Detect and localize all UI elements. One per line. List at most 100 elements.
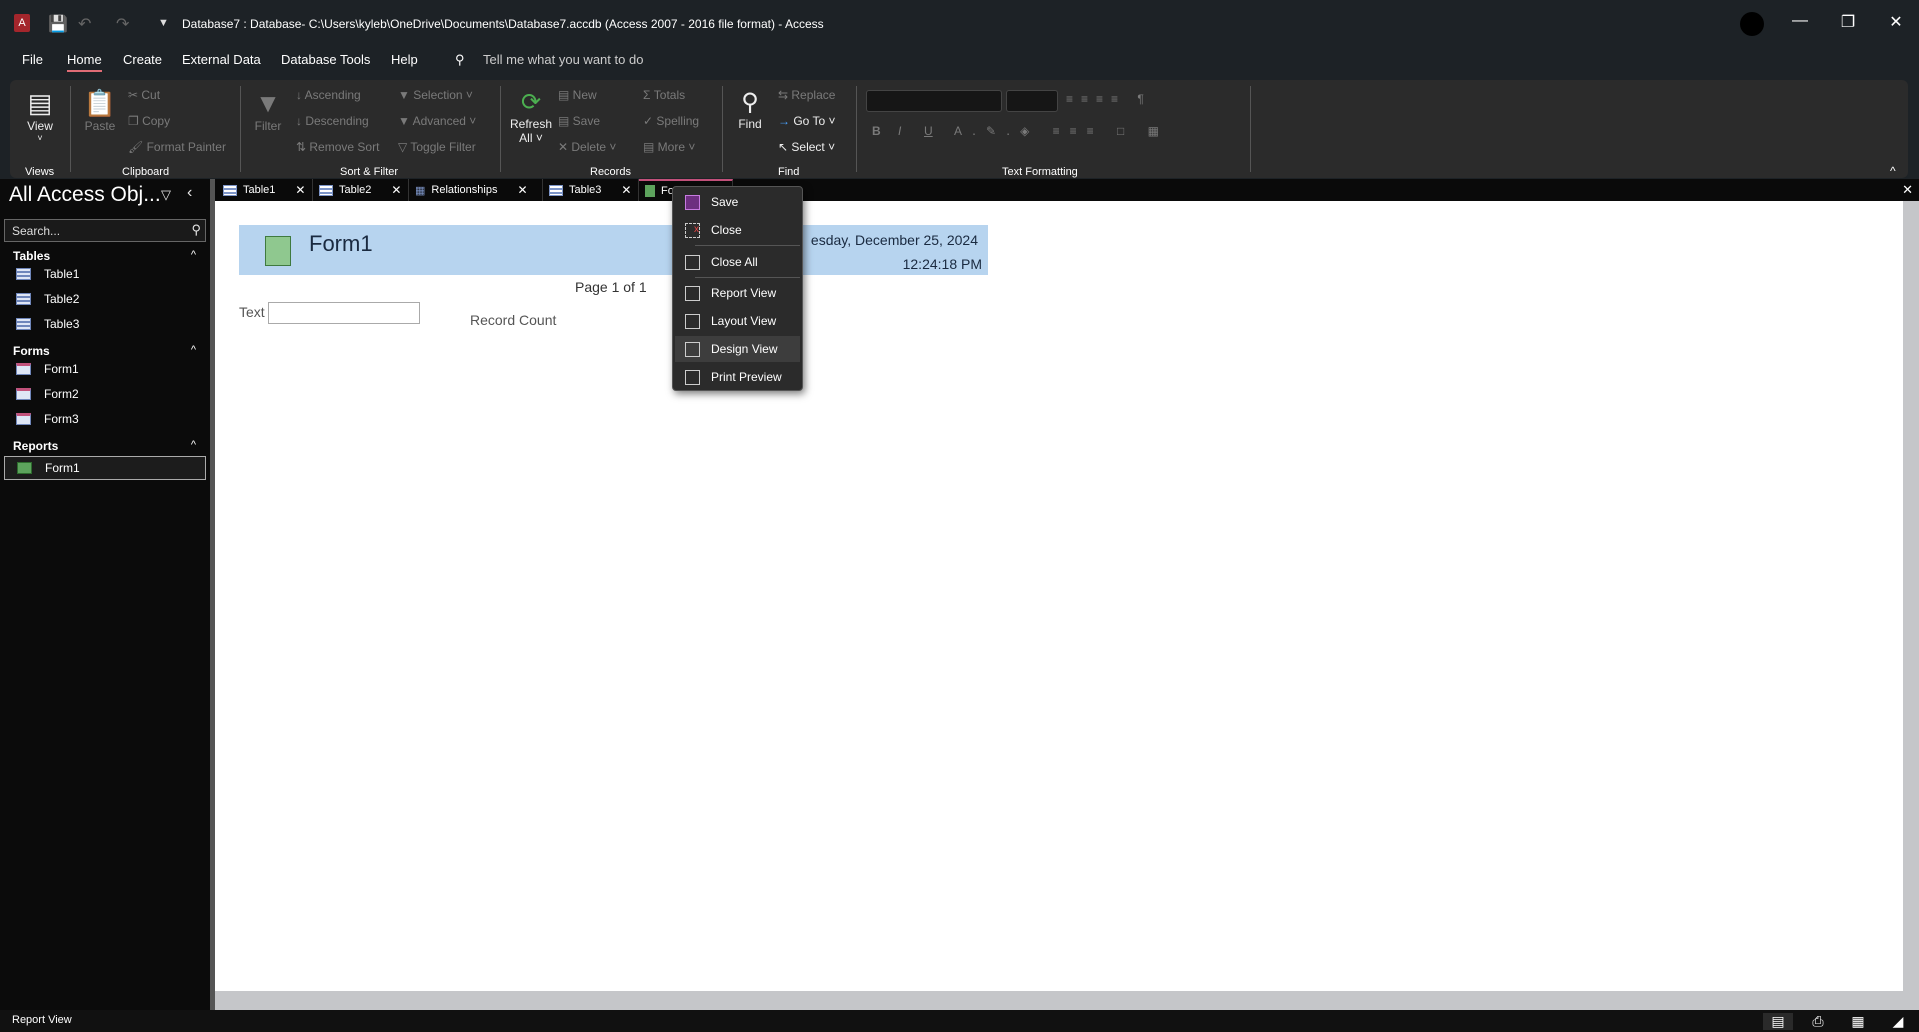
filter-button[interactable]: ▼ Filter [253, 88, 283, 133]
close-tab-icon: ✕ [621, 183, 632, 197]
italic-button[interactable]: I [898, 124, 901, 138]
menu-item-save[interactable]: Save [675, 189, 800, 215]
underline-button[interactable]: U [924, 124, 933, 138]
ribbon: ▤ View ˅ Views 📋 Paste ✂ Cut ❐ Copy 🖌 Forma… [10, 80, 1908, 178]
collapse-ribbon-icon[interactable]: ^ [1890, 164, 1896, 178]
canvas-margin [215, 991, 1903, 1010]
spelling-button[interactable]: ✓ Spelling [643, 114, 699, 128]
save-record-button[interactable]: ▤ Save [558, 114, 600, 128]
avatar[interactable] [1740, 12, 1764, 36]
nav-item-form2[interactable]: Form2 [4, 383, 206, 405]
restore-button[interactable]: ❐ [1828, 12, 1868, 36]
view-button[interactable]: ▤ View ˅ [24, 88, 56, 143]
ascending-button[interactable]: ↓ Ascending [296, 88, 361, 102]
paste-icon: 📋 [83, 88, 117, 118]
page-number: Page 1 of 1 [575, 279, 647, 295]
bold-button[interactable]: B [872, 124, 881, 138]
nav-menu-icon[interactable]: ▽ [161, 187, 171, 203]
new-record-button[interactable]: ▤ New [558, 88, 597, 102]
tab-external-data[interactable]: External Data [182, 52, 261, 67]
menu-item-print-preview[interactable]: Print Preview [675, 364, 800, 390]
window-title: Database7 : Database- C:\Users\kyleb\One… [182, 17, 824, 31]
minimize-button[interactable]: — [1780, 12, 1820, 36]
undo-icon[interactable]: ↶ [78, 14, 91, 34]
doc-tab-table2[interactable]: Table2 ✕ [313, 179, 409, 201]
relationships-icon: ▦ [415, 184, 426, 197]
toggle-filter-button[interactable]: ▽ Toggle Filter [398, 140, 476, 154]
save-icon [685, 195, 700, 210]
doc-tab-table3[interactable]: Table3 ✕ [543, 179, 639, 201]
report-icon [17, 462, 32, 474]
collapse-icon[interactable]: ^ [191, 344, 196, 356]
layout-view-icon[interactable]: ▦ [1843, 1013, 1873, 1030]
nav-item-table2[interactable]: Table2 [4, 288, 206, 310]
font-name-select[interactable] [866, 90, 1002, 112]
tab-context-menu: Save x Close Close All Report View Layout… [672, 186, 803, 391]
selection-button[interactable]: ▼ Selection ˅ [398, 88, 473, 102]
list-indent-controls[interactable]: ≡≡≡≡ ¶ [1066, 92, 1152, 106]
select-button[interactable]: ↖ Select ˅ [778, 140, 835, 154]
advanced-button[interactable]: ▼ Advanced ˅ [398, 114, 476, 128]
nav-item-table3[interactable]: Table3 [4, 313, 206, 335]
tab-home[interactable]: Home [67, 52, 102, 72]
print-preview-icon[interactable]: ⎙ [1803, 1013, 1833, 1030]
report-view-icon[interactable]: ▤ [1763, 1013, 1793, 1030]
document-tabs: Table1 ✕ Table2 ✕ ▦ Relationships ✕ Table3 ✕ … [215, 179, 1919, 201]
delete-record-button[interactable]: ✕ Delete ˅ [558, 140, 616, 154]
go-to-button[interactable]: → Go To ˅ [778, 114, 836, 128]
redo-icon[interactable]: ↷ [116, 14, 129, 34]
doc-tab-relationships[interactable]: ▦ Relationships ✕ [409, 179, 543, 201]
nav-item-form1[interactable]: Form1 [4, 358, 206, 380]
nav-item-table1[interactable]: Table1 [4, 263, 206, 285]
tell-me-search[interactable]: Tell me what you want to do [483, 52, 643, 67]
nav-group-forms[interactable]: Forms [13, 344, 50, 358]
refresh-all-button[interactable]: ⟳ Refresh All ˅ [510, 88, 552, 145]
cut-button[interactable]: ✂ Cut [128, 88, 160, 102]
font-size-select[interactable] [1006, 90, 1058, 112]
title-bar: A 💾 ↶ ↷ ▼ Database7 : Database- C:\Users… [0, 0, 1919, 50]
nav-group-tables[interactable]: Tables [13, 249, 50, 263]
nav-item-report-form1[interactable]: Form1 [4, 456, 206, 480]
collapse-icon[interactable]: ^ [191, 249, 196, 261]
table-icon [223, 184, 237, 196]
design-view-icon[interactable]: ◢ [1883, 1013, 1913, 1030]
text-field[interactable] [268, 302, 420, 324]
more-button[interactable]: ▤ More ˅ [643, 140, 695, 154]
close-document-button[interactable]: ✕ [1902, 182, 1913, 198]
form-icon [16, 363, 31, 375]
replace-button[interactable]: ⇆ Replace [778, 88, 835, 102]
nav-title[interactable]: All Access Obj... [9, 183, 161, 207]
doc-tab-table1[interactable]: Table1 ✕ [217, 179, 313, 201]
menu-item-close-all[interactable]: Close All [675, 249, 800, 275]
color-align-controls[interactable]: A․✎․◈ ≡≡≡ □ ▦ [954, 124, 1169, 138]
tab-create[interactable]: Create [123, 52, 162, 67]
descending-button[interactable]: ↓ Descending [296, 114, 369, 128]
collapse-icon[interactable]: ^ [191, 439, 196, 451]
tab-database-tools[interactable]: Database Tools [281, 52, 370, 67]
paste-button[interactable]: 📋 Paste [82, 88, 118, 133]
group-records: Records [590, 166, 631, 178]
menu-item-layout-view[interactable]: Layout View [675, 308, 800, 334]
menu-item-design-view[interactable]: Design View [675, 336, 800, 362]
format-painter-button[interactable]: 🖌 Format Painter [128, 140, 226, 154]
shutter-bar-icon[interactable]: ‹ [187, 184, 192, 202]
customize-qat-icon[interactable]: ▼ [158, 17, 169, 29]
nav-group-reports[interactable]: Reports [13, 439, 58, 453]
nav-item-form3[interactable]: Form3 [4, 408, 206, 430]
nav-search-input[interactable]: Search... ⚲ [4, 219, 206, 242]
tab-help[interactable]: Help [391, 52, 418, 67]
remove-sort-button[interactable]: ⇅ Remove Sort [296, 140, 379, 154]
report-time: 12:24:18 PM [902, 256, 982, 272]
menu-item-report-view[interactable]: Report View [675, 280, 800, 306]
find-button[interactable]: ⚲ Find [732, 88, 768, 131]
totals-button[interactable]: Σ Totals [643, 88, 685, 102]
navigation-pane: All Access Obj... ▽ ‹ Search... ⚲ Tables… [0, 179, 210, 1010]
vertical-scrollbar[interactable] [1903, 201, 1919, 1010]
group-clipboard: Clipboard [122, 166, 170, 178]
table-icon [16, 293, 31, 305]
tab-file[interactable]: File [22, 52, 43, 67]
save-icon[interactable]: 💾 [48, 14, 68, 34]
close-window-button[interactable]: ✕ [1876, 12, 1916, 36]
copy-button[interactable]: ❐ Copy [128, 114, 170, 128]
menu-item-close[interactable]: x Close [675, 217, 800, 243]
